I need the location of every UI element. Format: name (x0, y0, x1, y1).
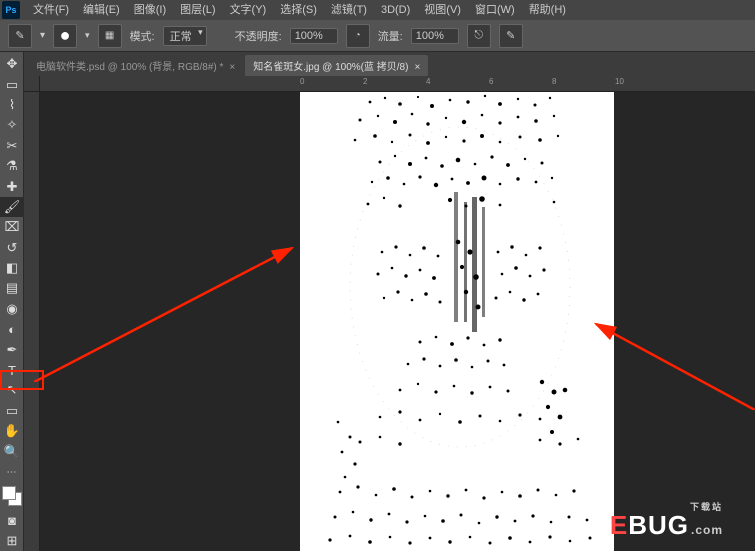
blur-tool[interactable]: ◉ (0, 299, 24, 319)
history-brush-tool[interactable]: ↺ (0, 238, 24, 258)
logo-icon: Ps (2, 1, 20, 19)
watermark-bug: BUG (628, 510, 689, 541)
canvas-area[interactable] (40, 92, 755, 551)
quickmask-tool[interactable]: ◙ (0, 510, 24, 530)
canvas-image (300, 92, 614, 551)
eyedropper-tool[interactable]: ⚗ (0, 156, 24, 176)
tab-doc2-label: 知名雀斑女.jpg @ 100%(蓝 拷贝/8) (253, 62, 408, 73)
menu-3d[interactable]: 3D(D) (374, 0, 417, 20)
hand-tool[interactable]: ✋ (0, 421, 24, 441)
ruler-tick-2: 2 (363, 77, 367, 86)
foreground-swatch[interactable] (2, 486, 16, 500)
flow-input[interactable]: 100% (411, 28, 459, 44)
heal-tool[interactable]: ✚ (0, 176, 24, 196)
menu-image[interactable]: 图像(I) (127, 0, 173, 20)
opacity-input[interactable]: 100% (290, 28, 338, 44)
brush-preset-icon[interactable]: ✎ (8, 24, 32, 48)
optionsbar: ✎ ▾ ● ▾ ▦ 模式: 正常 不透明度: 100% ◔ 流量: 100% ⎋… (0, 20, 755, 52)
tab-doc1[interactable]: 电脑软件类.psd @ 100% (背景, RGB/8#) * × (28, 55, 243, 76)
menu-select[interactable]: 选择(S) (273, 0, 324, 20)
ruler-vertical (24, 92, 40, 551)
pressure-size-icon[interactable]: ✎ (499, 24, 523, 48)
shape-tool[interactable]: ▭ (0, 401, 24, 421)
airbrush-icon[interactable]: ⎋ (467, 24, 491, 48)
zoom-tool[interactable]: 🔍 (0, 441, 24, 461)
menu-type[interactable]: 文字(Y) (223, 0, 274, 20)
marquee-tool[interactable]: ▭ (0, 74, 24, 94)
path-tool[interactable]: ↖ (0, 380, 24, 400)
main-area: 电脑软件类.psd @ 100% (背景, RGB/8#) * × 知名雀斑女.j… (24, 52, 755, 551)
more-tools[interactable]: ⋯ (0, 462, 24, 482)
wand-tool[interactable]: ✧ (0, 115, 24, 135)
brush-tool[interactable]: 🖌 (0, 197, 24, 217)
tab-doc2[interactable]: 知名雀斑女.jpg @ 100%(蓝 拷贝/8) × (245, 55, 428, 76)
menubar: Ps 文件(F) 编辑(E) 图像(I) 图层(L) 文字(Y) 选择(S) 滤… (0, 0, 755, 20)
mode-dropdown[interactable]: 正常 (163, 26, 207, 46)
color-swatches[interactable] (0, 484, 24, 508)
brush-panel-icon[interactable]: ▦ (98, 24, 122, 48)
ruler-tick-8: 8 (552, 77, 556, 86)
menu-window[interactable]: 窗口(W) (468, 0, 522, 20)
canvas[interactable] (300, 92, 614, 551)
eraser-tool[interactable]: ◧ (0, 258, 24, 278)
menu-layer[interactable]: 图层(L) (173, 0, 222, 20)
opacity-label: 不透明度: (235, 28, 282, 44)
brush-dot-icon[interactable]: ● (53, 24, 77, 48)
pressure-opacity-icon[interactable]: ◔ (346, 24, 370, 48)
tab-doc2-close-icon[interactable]: × (414, 62, 420, 73)
ruler-tick-10: 10 (615, 77, 624, 86)
tab-doc1-label: 电脑软件类.psd @ 100% (背景, RGB/8#) * (36, 62, 223, 73)
lasso-tool[interactable]: ⌇ (0, 95, 24, 115)
gradient-tool[interactable]: ▤ (0, 278, 24, 298)
watermark-dom: .com (691, 523, 723, 537)
move-tool[interactable]: ✥ (0, 54, 24, 74)
watermark: 下载站 U E BUG .com (590, 510, 723, 541)
watermark-sub: 下载站 (690, 500, 723, 513)
ruler-corner (24, 76, 40, 92)
watermark-e: E (610, 510, 628, 541)
flow-label: 流量: (378, 28, 403, 44)
type-tool[interactable]: T (0, 360, 24, 380)
mode-label: 模式: (130, 28, 155, 44)
tabbar: 电脑软件类.psd @ 100% (背景, RGB/8#) * × 知名雀斑女.j… (24, 52, 755, 76)
menu-file[interactable]: 文件(F) (26, 0, 76, 20)
pen-tool[interactable]: ✒ (0, 339, 24, 359)
menu-edit[interactable]: 编辑(E) (76, 0, 127, 20)
ruler-horizontal: 0 2 4 6 8 10 (40, 76, 755, 92)
watermark-u: U (590, 510, 610, 541)
ruler-tick-4: 4 (426, 77, 430, 86)
workspace: ✥ ▭ ⌇ ✧ ✂ ⚗ ✚ 🖌 ⌧ ↺ ◧ ▤ ◉ ◐ ✒ T ↖ ▭ ✋ 🔍 … (0, 52, 755, 551)
dodge-tool[interactable]: ◐ (0, 319, 24, 339)
ruler-tick-0: 0 (300, 77, 304, 86)
menu-filter[interactable]: 滤镜(T) (324, 0, 374, 20)
ruler-tick-6: 6 (489, 77, 493, 86)
toolbar: ✥ ▭ ⌇ ✧ ✂ ⚗ ✚ 🖌 ⌧ ↺ ◧ ▤ ◉ ◐ ✒ T ↖ ▭ ✋ 🔍 … (0, 52, 24, 551)
screen-mode-tool[interactable]: ⊞ (0, 531, 24, 551)
tab-doc1-close-icon[interactable]: × (229, 62, 235, 73)
crop-tool[interactable]: ✂ (0, 136, 24, 156)
stamp-tool[interactable]: ⌧ (0, 217, 24, 237)
menu-view[interactable]: 视图(V) (417, 0, 468, 20)
menu-help[interactable]: 帮助(H) (522, 0, 573, 20)
